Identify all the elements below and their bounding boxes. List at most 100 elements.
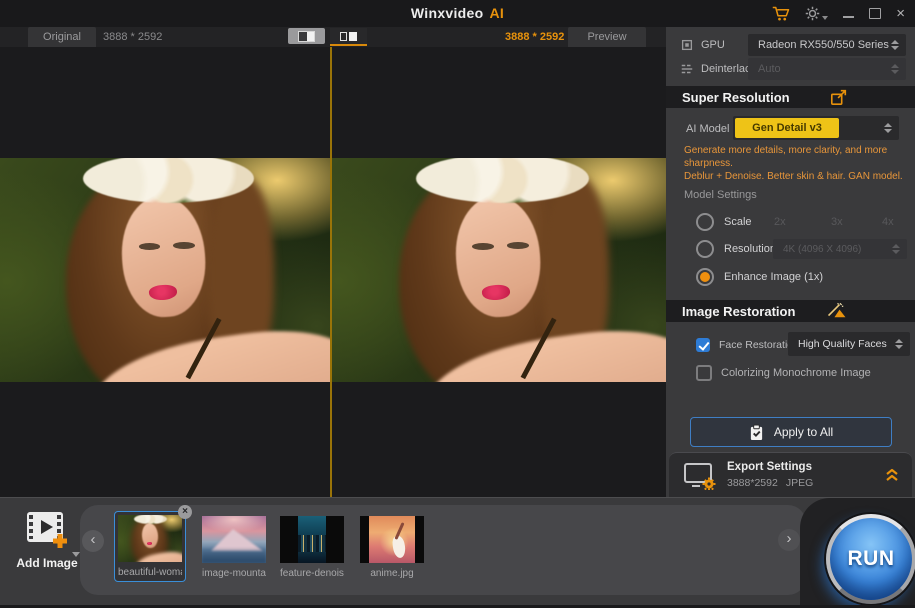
original-image-pane[interactable] bbox=[0, 158, 330, 382]
compare-view-icon bbox=[340, 32, 357, 41]
super-resolution-header: Super Resolution bbox=[666, 86, 915, 108]
face-restoration-checkbox[interactable] bbox=[696, 338, 710, 352]
run-button-label: RUN bbox=[848, 547, 895, 571]
model-description: Generate more details, more clarity, and… bbox=[684, 144, 906, 183]
export-settings-title: Export Settings bbox=[727, 461, 812, 473]
deinterlacing-select[interactable]: Auto bbox=[748, 58, 906, 80]
result-size-label: 3888 * 2592 bbox=[505, 27, 564, 47]
scale-3x-option[interactable]: 3x bbox=[831, 216, 843, 228]
gpu-chip-icon bbox=[680, 38, 694, 52]
resolution-option-row: Resolution bbox=[696, 240, 776, 258]
split-view-icon bbox=[298, 31, 315, 42]
add-image-label: Add Image bbox=[8, 556, 86, 570]
preview-viewer: Original 3888 * 2592 3888 * 2592 Preview bbox=[0, 27, 666, 497]
cart-icon[interactable] bbox=[772, 6, 790, 21]
face-restoration-row: Face Restoration bbox=[696, 333, 799, 357]
gpu-label: GPU bbox=[701, 39, 725, 51]
scale-2x-option[interactable]: 2x bbox=[774, 216, 786, 228]
thumbnail-image-mountain[interactable]: image-mountain.j bbox=[202, 516, 266, 579]
resolution-radio[interactable] bbox=[696, 240, 714, 258]
super-resolution-title: Super Resolution bbox=[682, 90, 790, 105]
titlebar: Winxvideo AI × bbox=[0, 0, 915, 27]
updown-chevron-icon bbox=[891, 64, 899, 74]
image-restoration-title: Image Restoration bbox=[682, 304, 795, 319]
expand-up-icon[interactable] bbox=[884, 467, 900, 487]
export-settings-icon bbox=[683, 462, 717, 490]
resolution-label: Resolution bbox=[724, 243, 776, 255]
thumbnail-beautiful-woman[interactable]: beautiful-woman- × bbox=[114, 511, 186, 582]
compare-view-button[interactable] bbox=[330, 28, 367, 46]
winxvideo-ai-window: Winxvideo AI × Original 3888 * 2592 bbox=[0, 0, 915, 608]
gpu-value: Radeon RX550/550 Series bbox=[758, 39, 889, 51]
viewer-tabstrip: Original 3888 * 2592 3888 * 2592 Preview bbox=[0, 27, 666, 47]
face-restoration-select[interactable]: High Quality Faces bbox=[788, 332, 910, 356]
add-image-button[interactable]: Add Image bbox=[8, 510, 86, 570]
ai-model-label: AI Model bbox=[686, 123, 729, 135]
ai-model-badge: Gen Detail v3 bbox=[735, 118, 839, 138]
enhance-label: Enhance Image (1x) bbox=[724, 271, 823, 283]
gear-icon[interactable] bbox=[805, 6, 828, 21]
media-tray: ‹ beautiful-woman- × image-mountain.j fe… bbox=[80, 505, 806, 595]
close-button[interactable]: × bbox=[896, 6, 905, 21]
export-format: JPEG bbox=[786, 477, 813, 489]
preview-photo bbox=[332, 158, 666, 382]
ai-model-row: AI Model bbox=[686, 119, 729, 139]
split-view-button[interactable] bbox=[288, 28, 325, 44]
super-resolution-icon[interactable] bbox=[830, 88, 848, 111]
clipboard-check-icon bbox=[749, 424, 764, 441]
minimize-button[interactable] bbox=[843, 10, 854, 18]
view-mode-toggle bbox=[288, 28, 367, 46]
ai-model-select[interactable]: Gen Detail v3 bbox=[733, 116, 899, 140]
model-description-line1: Generate more details, more clarity, and… bbox=[684, 144, 906, 170]
tray-scroll-left-button[interactable]: ‹ bbox=[82, 530, 104, 552]
add-image-caret-icon bbox=[72, 552, 80, 557]
deinterlacing-icon bbox=[680, 62, 694, 76]
updown-chevron-icon bbox=[891, 40, 899, 50]
app-title-main: Winxvideo bbox=[411, 5, 484, 21]
scale-label: Scale bbox=[724, 216, 752, 228]
app-title-accent: AI bbox=[489, 5, 504, 21]
colorizing-checkbox[interactable] bbox=[696, 365, 712, 381]
enhance-option-row: Enhance Image (1x) bbox=[696, 268, 823, 286]
export-size: 3888*2592 bbox=[727, 477, 778, 489]
image-restoration-header: Image Restoration bbox=[666, 300, 915, 322]
preview-image-pane[interactable] bbox=[332, 158, 666, 382]
gpu-select[interactable]: Radeon RX550/550 Series bbox=[748, 34, 906, 56]
thumbnail-image bbox=[280, 516, 344, 563]
model-description-line2: Deblur + Denoise. Better skin & hair. GA… bbox=[684, 170, 906, 183]
tab-original[interactable]: Original bbox=[28, 27, 96, 47]
thumbnail-image bbox=[202, 516, 266, 563]
scale-option-row: Scale bbox=[696, 213, 752, 231]
face-restoration-label: Face Restoration bbox=[719, 339, 799, 351]
enhance-radio[interactable] bbox=[696, 268, 714, 286]
model-settings-title: Model Settings bbox=[684, 189, 757, 201]
add-image-icon bbox=[24, 510, 70, 548]
run-button[interactable]: RUN bbox=[826, 514, 915, 604]
image-restoration-icon[interactable] bbox=[826, 302, 848, 324]
thumbnail-label: image-mountain.j bbox=[202, 568, 266, 579]
thumbnail-anime[interactable]: anime.jpg bbox=[360, 516, 424, 579]
tab-preview[interactable]: Preview bbox=[568, 27, 646, 47]
face-restoration-value: High Quality Faces bbox=[798, 338, 887, 350]
updown-chevron-icon bbox=[892, 244, 900, 254]
thumbnail-label: feature-denoise-i bbox=[280, 568, 344, 579]
thumbnail-image bbox=[360, 516, 424, 563]
export-settings-bar[interactable]: Export Settings 3888*2592 JPEG bbox=[669, 452, 912, 498]
thumbnail-label: anime.jpg bbox=[360, 568, 424, 579]
footer-bar: Add Image ‹ beautiful-woman- × image-mou… bbox=[0, 497, 915, 608]
resolution-select[interactable]: 4K (4096 X 4096) bbox=[773, 239, 907, 259]
thumbnail-feature-denoise[interactable]: feature-denoise-i bbox=[280, 516, 344, 579]
colorizing-label: Colorizing Monochrome Image bbox=[721, 367, 871, 379]
colorizing-row: Colorizing Monochrome Image bbox=[696, 364, 871, 382]
remove-thumbnail-button[interactable]: × bbox=[178, 505, 192, 519]
settings-panel: GPU Radeon RX550/550 Series Deinterlacin… bbox=[666, 27, 915, 497]
thumbnail-image bbox=[118, 515, 182, 562]
resolution-value: 4K (4096 X 4096) bbox=[783, 244, 861, 255]
tray-scroll-right-button[interactable]: › bbox=[778, 529, 800, 551]
compare-canvas bbox=[0, 47, 666, 497]
apply-to-all-button[interactable]: Apply to All bbox=[690, 417, 892, 447]
maximize-button[interactable] bbox=[869, 8, 881, 19]
thumbnail-label: beautiful-woman- bbox=[118, 567, 182, 578]
scale-radio[interactable] bbox=[696, 213, 714, 231]
scale-4x-option[interactable]: 4x bbox=[882, 216, 894, 228]
